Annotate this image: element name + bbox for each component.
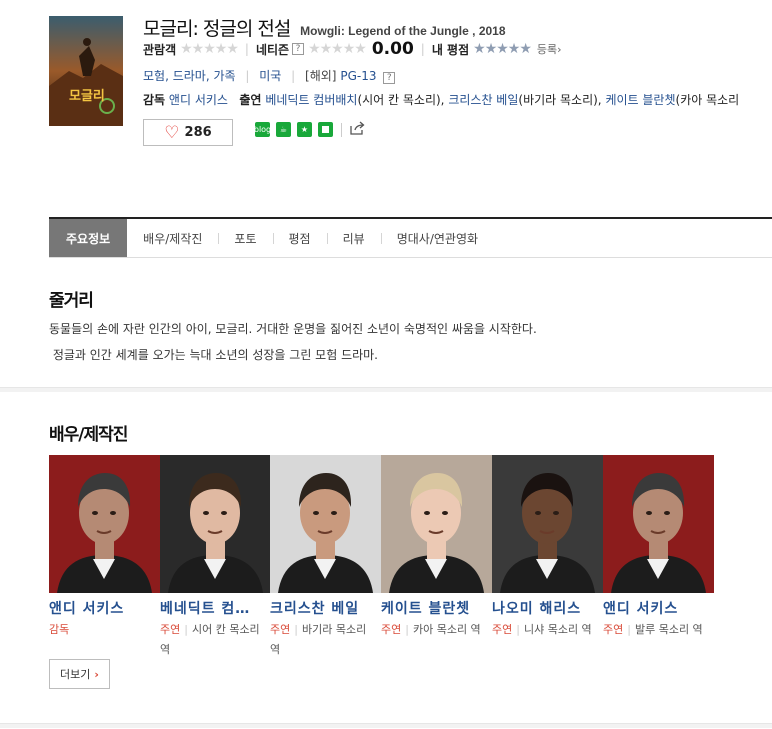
cast-photo[interactable] [270,455,381,593]
netizen-rating-label: 네티즌 [255,42,290,57]
genre-links[interactable]: 모험, 드라마, 가족 [143,69,236,83]
chevron-right-icon: › [557,43,562,56]
audience-stars: ★★★★★ [180,41,239,57]
cast-role: 주연 | 바기라 목소리 역 [270,623,367,656]
director-link[interactable]: 앤디 서키스 [169,93,228,107]
more-button[interactable]: 더보기 › [49,659,110,689]
synopsis-heading: 줄거리 [49,291,94,311]
cast-kind: 주연 [381,623,402,636]
director-label: 감독 [143,93,166,107]
rating-row: 관람객 ★★★★★ | 네티즌 ? ★★★★★ 0.00 | 내 평점 ★★★★… [143,39,562,59]
tab-rating[interactable]: 평점 [272,219,327,257]
cast-label: 출연 [239,93,262,107]
cast-role: (바기라 목소리), [518,93,606,107]
cast-link[interactable]: 케이트 블란쳇 [605,93,675,107]
cast-photo[interactable] [49,455,160,593]
movie-title-en: Mowgli: Legend of the Jungle , 2018 [300,24,506,38]
my-rating-label: 내 평점 [431,42,470,57]
help-icon[interactable]: ? [292,43,305,55]
poster-title-text: 모글리 [69,88,105,104]
movie-title-row: 모글리: 정글의 전설 Mowgli: Legend of the Jungle… [143,14,506,41]
cast-role: 감독 [49,620,153,640]
netizen-stars: ★★★★★ [308,41,367,57]
heart-icon: ♡ [164,122,180,143]
cast-name-link[interactable]: 크리스찬 베일 [270,598,378,618]
cast-photo[interactable] [160,455,271,593]
like-button[interactable]: ♡ 286 [143,119,233,146]
cast-role: (카아 목소리 [675,93,740,107]
cast-role: 주연 | 발루 목소리 역 [603,623,703,636]
cast-role-text: 발루 목소리 역 [634,623,703,636]
cast-photo[interactable] [381,455,492,593]
audience-rating-label: 관람객 [143,42,177,57]
cast-kind: 주연 [270,623,291,636]
grade-label: [해외] [305,69,337,83]
like-count: 286 [184,125,212,140]
cast-name-link[interactable]: 베네딕트 컴… [160,598,268,618]
cast-name-link[interactable]: 앤디 서키스 [49,598,157,618]
divider: | [245,69,250,83]
rating-separator: | [244,42,249,56]
square-share-icon[interactable] [318,122,333,137]
tab-quotes[interactable]: 명대사/연관영화 [380,219,494,257]
cast-role: 주연 | 니샤 목소리 역 [492,623,592,636]
cast-name-link[interactable]: 나오미 해리스 [492,598,600,618]
cast-photo[interactable] [603,455,714,593]
cast-kind: 주연 [492,623,513,636]
chevron-right-icon: › [94,667,99,681]
cast-link[interactable]: 크리스찬 베일 [448,93,518,107]
movie-poster[interactable]: 모글리 [49,16,123,126]
cast-name-link[interactable]: 앤디 서키스 [603,598,711,618]
help-icon[interactable]: ? [383,72,396,84]
cast-role: 주연 | 카아 목소리 역 [381,623,481,636]
star-share-icon[interactable]: ★ [297,122,312,137]
cast-role-text: 니샤 목소리 역 [523,623,592,636]
cast-role-text: 카아 목소리 역 [412,623,481,636]
share-icon[interactable] [350,121,366,138]
my-rating-stars[interactable]: ★★★★★ [473,41,532,57]
genre-row: 모험, 드라마, 가족 | 미국 | [해외] PG-13 ? [143,67,396,84]
divider: | [291,69,296,83]
people-row: 감독 앤디 서키스 출연 베네딕트 컴버배치(시어 칸 목소리), 크리스찬 베… [143,91,772,108]
register-rating-link[interactable]: 등록› [537,41,562,57]
tab-photo[interactable]: 포토 [218,219,272,257]
synopsis-text: 동물들의 손에 자란 인간의 아이, 모글리. 거대한 운명을 짊어진 소년이 … [49,316,749,368]
cafe-icon[interactable]: ☕ [276,122,291,137]
cast-kind: 감독 [49,623,70,636]
synopsis-line: 정글과 인간 세계를 오가는 늑대 소년의 성장을 그린 모험 드라마. [49,348,379,362]
tab-main-info[interactable]: 주요정보 [49,219,128,257]
movie-title-ko: 모글리: 정글의 전설 [143,18,291,40]
tab-cast-crew[interactable]: 배우/제작진 [127,219,218,257]
cast-heading: 배우/제작진 [49,425,128,445]
section-divider [0,723,772,728]
synopsis-line: 동물들의 손에 자란 인간의 아이, 모글리. 거대한 운명을 짊어진 소년이 … [49,322,537,336]
cast-kind: 주연 [603,623,624,636]
divider [341,122,342,137]
grade-link[interactable]: PG-13 [340,69,376,83]
rating-separator: | [420,42,425,56]
tab-bar: 주요정보 배우/제작진 포토 평점 리뷰 명대사/연관영화 [49,217,772,258]
cast-link[interactable]: 베네딕트 컴버배치 [265,93,357,107]
cast-role: (시어 칸 목소리), [357,93,449,107]
netizen-score: 0.00 [371,39,414,59]
cast-name-link[interactable]: 케이트 블란쳇 [381,598,489,618]
share-icons: blog ☕ ★ [254,121,366,138]
country-link[interactable]: 미국 [259,69,281,83]
section-divider [0,387,772,392]
cast-role: 주연 | 시어 칸 목소리 역 [160,623,260,656]
cast-kind: 주연 [160,623,181,636]
tab-review[interactable]: 리뷰 [326,219,381,257]
blog-icon[interactable]: blog [254,122,271,137]
cast-photo[interactable] [492,455,603,593]
